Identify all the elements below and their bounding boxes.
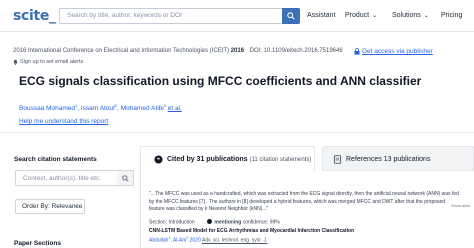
document-icon bbox=[333, 155, 342, 164]
author-link[interactable]: Boussaa Mohamed bbox=[19, 105, 75, 112]
nav-solutions[interactable]: Solutions ⌄ bbox=[392, 12, 429, 19]
mentioning-icon bbox=[207, 219, 213, 224]
citing-author-link[interactable]: , Al-Ani bbox=[170, 238, 186, 244]
citation-quote: "...The MFCC was used as a handcrafted, … bbox=[149, 191, 459, 213]
author-affiliation: 2 bbox=[186, 236, 189, 240]
search-placeholder: Search by title, author, keywords or DOI bbox=[67, 12, 182, 19]
references-label: References 13 publications bbox=[346, 156, 431, 163]
et-al-link[interactable]: et al. bbox=[168, 105, 182, 112]
section-label: Section: bbox=[149, 219, 168, 226]
citing-paper-venue[interactable]: Adv. sci. technol. eng. syst. J. bbox=[202, 238, 268, 244]
get-access-link[interactable]: Get access via publisher bbox=[362, 48, 433, 55]
scite-logo[interactable]: scite_ bbox=[13, 8, 56, 24]
author-affiliation: 1 bbox=[75, 103, 78, 108]
citation-context-placeholder: Context, author(s), title etc. bbox=[23, 175, 102, 182]
tab-references[interactable]: References 13 publications bbox=[322, 146, 474, 171]
order-by-select[interactable]: Order By: Relevance ⌄ bbox=[15, 199, 85, 214]
mentioning-label: mentioning bbox=[214, 219, 242, 226]
nav-solutions-label: Solutions bbox=[392, 12, 421, 19]
cited-by-count: Cited by 31 publications bbox=[167, 156, 248, 163]
chevron-down-icon: ⌄ bbox=[423, 13, 429, 19]
author-link[interactable]: Issam Atouf bbox=[81, 105, 115, 112]
help-report-link[interactable]: Help me understand this report bbox=[19, 118, 108, 125]
doi[interactable]: DOI: 10.1109/eitech.2016.7519646 bbox=[250, 48, 343, 54]
show-abstract-link[interactable]: Show abst bbox=[451, 203, 470, 208]
paper-sections-heading[interactable]: Paper Sections bbox=[14, 240, 61, 247]
tab-cited-by[interactable]: ❞ Cited by 31 publications (11 citation … bbox=[140, 146, 315, 171]
author-link[interactable]: Mohamed Atibi bbox=[121, 105, 164, 112]
nav-pricing[interactable]: Pricing bbox=[441, 12, 462, 19]
paper-title: ECG signals classification using MFCC co… bbox=[19, 74, 422, 88]
search-button[interactable] bbox=[282, 8, 300, 24]
section-divider bbox=[0, 132, 474, 133]
nav-pricing-label: Pricing bbox=[441, 12, 463, 19]
confidence-value: confidence: 99% bbox=[242, 219, 280, 226]
nav-assistant-label: Assistant bbox=[307, 12, 336, 19]
author-affiliation: 2 bbox=[114, 103, 118, 108]
citation-statements-panel: "...The MFCC was used as a handcrafted, … bbox=[140, 171, 474, 248]
citing-author-link[interactable]: Abdullah bbox=[149, 238, 168, 244]
chevron-down-icon: ⌄ bbox=[372, 13, 378, 19]
nav-assistant[interactable]: Assistant bbox=[307, 12, 335, 19]
cited-by-label: Cited by 31 publications (11 citation st… bbox=[167, 156, 311, 163]
top-navigation-bar: scite_ Search by title, author, keywords… bbox=[0, 0, 474, 32]
author-list: Boussaa Mohamed1, Issam Atouf2, Mohamed … bbox=[19, 103, 182, 113]
citing-paper-year: 2020 bbox=[189, 237, 201, 244]
nav-product[interactable]: Product ⌄ bbox=[345, 12, 377, 19]
bell-icon bbox=[13, 59, 18, 65]
svg-text:❞: ❞ bbox=[157, 157, 160, 164]
search-input[interactable]: Search by title, author, keywords or DOI bbox=[59, 8, 300, 24]
conference-name: 2016 International Conference on Electri… bbox=[13, 48, 230, 54]
search-citations-heading: Search citation statements bbox=[14, 156, 97, 163]
email-alerts-link[interactable]: Sign up to set email alerts bbox=[20, 59, 83, 65]
section-value: Introduction bbox=[168, 219, 195, 226]
publication-year: 2016 bbox=[230, 48, 245, 54]
search-icon bbox=[287, 12, 295, 20]
citing-paper-authors: Abdullah1, Al-Ani2 2020 Adv. sci. techno… bbox=[149, 236, 267, 244]
search-icon bbox=[122, 175, 129, 182]
author-affiliation: 3 bbox=[163, 103, 166, 108]
nav-product-label: Product bbox=[345, 12, 370, 19]
lock-icon bbox=[354, 48, 360, 55]
chevron-down-icon: ⌄ bbox=[74, 203, 79, 209]
citation-search-button[interactable] bbox=[117, 170, 134, 186]
citation-statement-count: (11 citation statements) bbox=[249, 157, 312, 163]
order-by-value: Order By: Relevance bbox=[22, 203, 83, 210]
citation-meta: Section: Introduction mentioning confide… bbox=[149, 219, 280, 226]
citing-paper-title[interactable]: CNN-LSTM Based Model for ECG Arrhythmias… bbox=[149, 228, 354, 234]
quote-icon: ❞ bbox=[154, 155, 163, 164]
